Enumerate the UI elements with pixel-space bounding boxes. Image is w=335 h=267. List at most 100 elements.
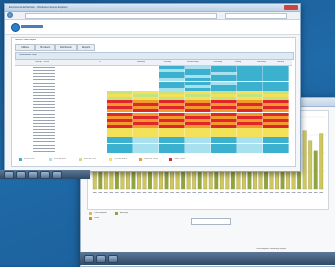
back-icon[interactable] [7,12,13,18]
row-label [33,138,55,140]
tab-hot-alerts[interactable]: Hot Alerts [35,44,55,51]
row-label [33,88,55,90]
caption-text: Performance view [19,54,37,56]
grid-header-cell: Friday [235,61,242,63]
start-button[interactable] [4,171,14,179]
tab-reports[interactable]: Reports [77,44,95,51]
grid-header-cell: Group / Circuit [35,61,50,63]
legend-swatch [89,217,92,220]
legend-label: Over 125% [174,158,185,160]
legend-label: Peak [94,217,99,219]
x-tick-label [214,192,219,193]
taskbar-app-icon[interactable] [96,255,106,263]
grid-header-cell: Sunday [277,61,285,63]
x-tick-label [104,192,108,193]
heatmap-cell [107,149,133,153]
heatmap-legend: 0% to 25% 25% to 50% 50% to 75% 75% to 1… [15,156,292,164]
taskbar-back [80,252,335,265]
legend-label: 0% to 25% [24,158,35,160]
x-tick-label [164,192,169,193]
x-tick-label [258,192,263,193]
x-tick-label [126,192,130,193]
x-tick-label [98,192,103,193]
row-label [33,104,55,106]
row-label [33,135,55,137]
grid-header-cell: Tuesday [163,61,172,63]
row-label [33,107,55,109]
address-bar-row [5,12,300,20]
row-label [33,98,55,99]
grid-header-cell: Saturday [257,61,266,63]
x-tick-label [269,192,274,193]
x-tick-label [181,192,185,193]
chart-bar [302,130,307,190]
row-label [33,91,55,93]
legend-swatch [49,158,52,161]
taskbar-app-icon[interactable] [40,171,50,179]
heatmap-cell [185,149,211,153]
x-tick-label [247,192,252,193]
row-label [33,94,55,96]
chart-bar [319,133,324,190]
x-tick-label [275,192,279,193]
x-tick-label [231,192,235,193]
x-tick-label [253,192,257,193]
heatmap-cell [237,149,263,153]
close-button[interactable] [284,5,298,10]
x-tick-label [297,192,301,193]
tab-distribution[interactable]: Distribution [55,44,77,51]
x-tick-label [313,192,318,193]
tab-utilities[interactable]: Utilities [15,44,35,51]
legend-label: 25% to 50% [54,158,66,160]
x-tick-label [242,192,246,193]
chart-dropdown[interactable] [191,218,231,225]
site-header [5,20,300,35]
legend-label: Consumption [94,212,107,214]
row-label [33,147,55,149]
x-tick-label [192,192,196,193]
row-label [33,119,55,121]
search-input[interactable] [225,13,287,19]
address-input[interactable] [25,13,217,19]
grid-header-cell: % [99,61,101,63]
row-label [33,113,55,115]
heatmap-cell [159,149,185,153]
x-tick-label [131,192,136,193]
x-tick-label [197,192,202,193]
taskbar-app-icon[interactable] [52,171,62,179]
heatmap-cell [263,149,289,153]
chart-legend: Consumption Average Peak [89,212,149,234]
start-button[interactable] [84,255,94,263]
row-label [33,122,55,124]
row-label [33,132,55,134]
chart-footer: Consumption Summary Report [256,248,287,250]
x-tick-label [120,192,125,193]
heatmap-cell [133,149,159,153]
caption-bar: Performance view [15,52,294,60]
row-label [33,70,55,72]
legend-swatch [79,158,82,161]
legend-label: 75% to 100% [114,158,128,160]
row-label [33,82,55,84]
legend-label: Average [120,212,129,214]
x-tick-label [109,192,114,193]
x-tick-label [93,192,97,193]
x-tick-label [170,192,174,193]
taskbar-app-icon[interactable] [28,171,38,179]
row-label [33,125,55,127]
x-tick-label [319,192,323,193]
x-tick-label [264,192,268,193]
logo-icon [11,23,20,32]
row-label [33,67,55,68]
row-label [33,116,55,118]
x-tick-label [175,192,180,193]
taskbar-app-icon[interactable] [16,171,26,179]
taskbar-app-icon[interactable] [108,255,118,263]
legend-swatch [109,158,112,161]
legend-swatch [139,158,142,161]
row-label [33,76,55,78]
grid-header-cell: Thursday [213,61,223,63]
heatmap-grid [15,66,292,154]
x-tick-label [203,192,207,193]
window-titlebar: Environmental Monitor - Windows Internet… [5,4,300,12]
